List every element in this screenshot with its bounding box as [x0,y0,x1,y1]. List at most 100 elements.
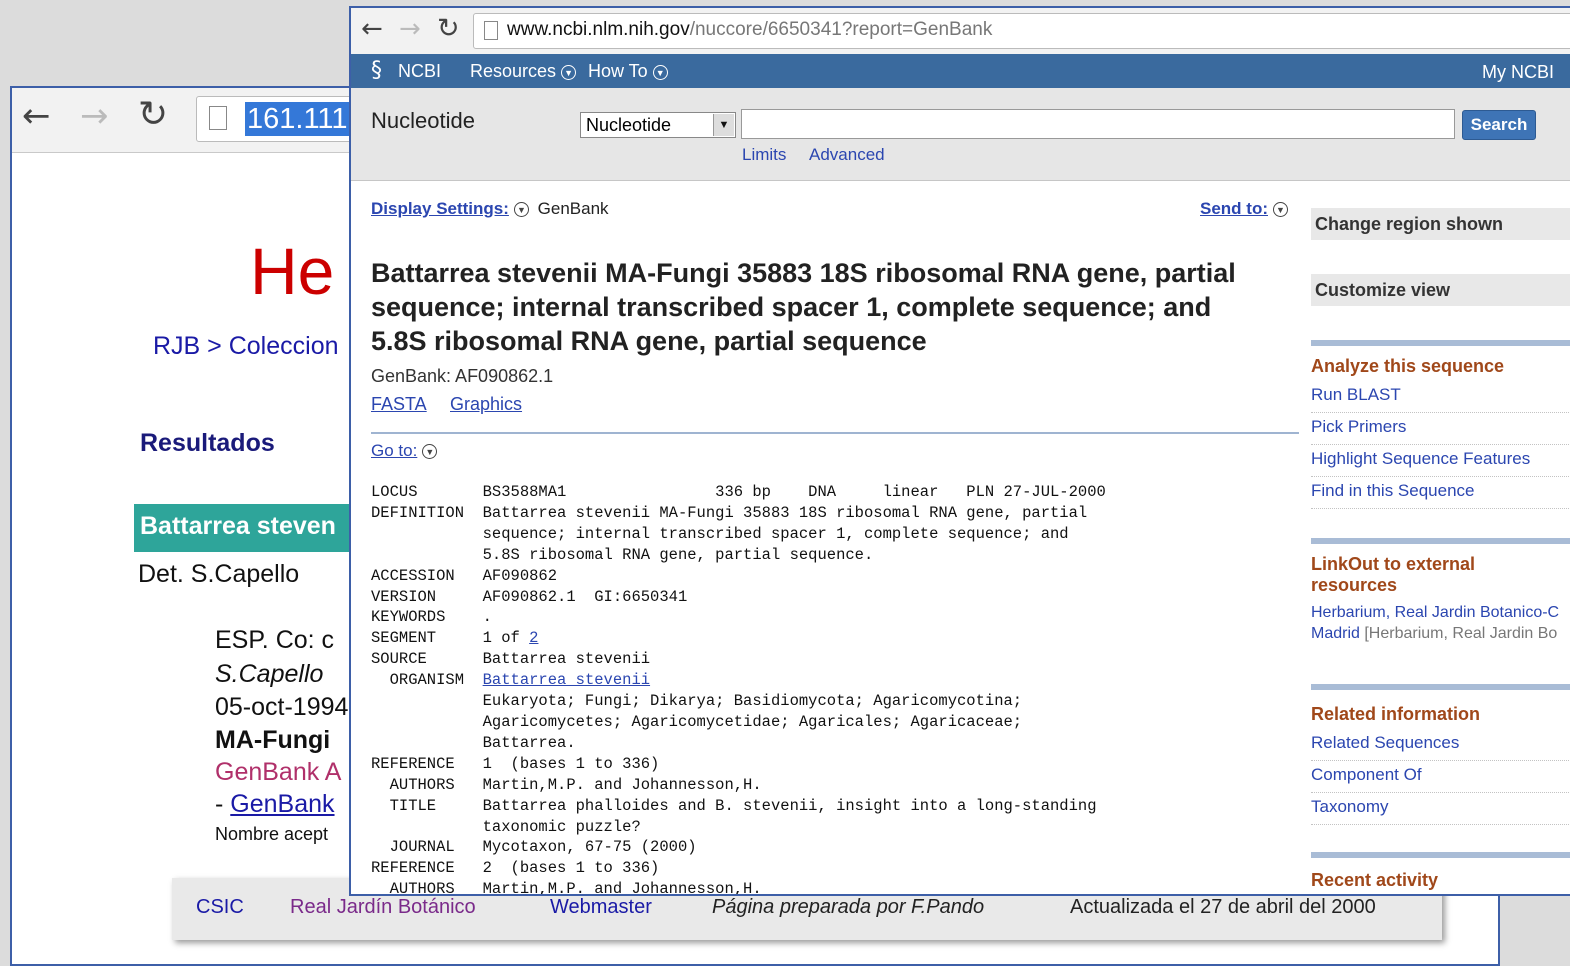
ncbi-logo-icon[interactable]: § [371,58,382,83]
record-title-line: sequence; internal transcribed spacer 1,… [371,292,1212,322]
organism-link[interactable]: Battarrea stevenii [483,671,650,689]
footer-webmaster-link[interactable]: Webmaster [550,896,652,919]
graphics-link[interactable]: Graphics [450,394,522,415]
run-blast-link[interactable]: Run BLAST [1311,384,1570,413]
determiner-line: Det. S.Capello [138,560,300,588]
database-select-value: Nucleotide [586,115,672,135]
ff-accession: ACCESSION AF090862 [371,566,558,585]
front-url-text: www.ncbi.nlm.nih.gov/nuccore/6650341?rep… [507,19,992,41]
limits-link[interactable]: Limits [742,145,786,165]
display-settings[interactable]: Display Settings: ▼ GenBank [371,199,609,219]
right-sidebar: Change region shown Customize view Analy… [1311,198,1570,894]
search-area: Nucleotide Nucleotide ▼ Search Limits Ad… [351,88,1570,181]
url-host: www.ncbi.nlm.nih.gov [507,19,690,40]
segment-link[interactable]: 2 [529,629,538,647]
display-format: GenBank [537,199,609,218]
back-page-title: He [250,234,335,308]
ff-taxonomy: Agaricomycetes; Agaricomycetidae; Agaric… [371,712,1023,731]
analyze-section [1311,340,1570,346]
highlight-features-link[interactable]: Highlight Sequence Features [1311,448,1570,477]
ff-version: VERSION AF090862.1 GI:6650341 [371,587,688,606]
howto-label: How To [588,61,648,81]
goto-link[interactable]: Go to: [371,441,417,460]
breadcrumb[interactable]: RJB > Coleccion [153,332,339,361]
send-to[interactable]: Send to: ▼ [1200,199,1288,219]
linkout-heading-cont: resources [1311,575,1398,595]
record-title-line: 5.8S ribosomal RNA gene, partial sequenc… [371,326,927,356]
record-title: Battarrea stevenii MA-Fungi 35883 18S ri… [371,256,1291,358]
chevron-down-icon: ▼ [561,65,577,80]
linkout-section [1311,538,1570,544]
ncbi-logo[interactable]: NCBI [398,61,441,82]
howto-menu[interactable]: How To ▼ [588,61,668,82]
ff-authors: AUTHORS Martin,M.P. and Johannesson,H. [371,880,762,896]
ff-title-cont: taxonomic puzzle? [371,817,641,836]
genbank-id: GenBank: AF090862.1 [371,366,554,386]
ff-keywords: KEYWORDS . [371,608,492,627]
ff-locus: LOCUS BS3588MA1 336 bp DNA linear PLN 27… [371,483,1106,501]
ff-reference: REFERENCE 2 (bases 1 to 336) [371,859,660,878]
advanced-link[interactable]: Advanced [809,145,885,165]
collector-line: S.Capello [215,660,324,688]
recent-section [1311,852,1570,858]
divider [371,432,1299,434]
component-of-link[interactable]: Component Of [1311,764,1570,793]
linkout-provider: [Herbarium, Real Jardin Bo [1364,625,1558,642]
back-arrow-icon[interactable]: ← [361,14,383,44]
recent-activity-heading: Recent activity [1311,870,1439,890]
chevron-down-icon: ▼ [513,202,529,217]
customize-view-toggle[interactable]: Customize view [1311,274,1570,306]
forward-arrow-icon[interactable]: → [80,96,109,136]
taxonomy-link[interactable]: Taxonomy [1311,796,1570,825]
linkout-link-cont[interactable]: Madrid [1311,625,1364,642]
ff-reference: REFERENCE 1 (bases 1 to 336) [371,754,660,773]
forward-arrow-icon[interactable]: → [399,14,421,44]
accepted-name-line: Nombre acept [215,824,329,844]
genbank-link[interactable]: GenBank [230,790,334,818]
footer-csic-link[interactable]: CSIC [196,896,244,919]
display-settings-link[interactable]: Display Settings: [371,199,509,218]
front-browser-toolbar: ← → ↻ www.ncbi.nlm.nih.gov/nuccore/66503… [351,8,1570,55]
related-sequences-link[interactable]: Related Sequences [1311,732,1570,761]
related-section [1311,684,1570,690]
ff-taxonomy: Eukaryota; Fungi; Dikarya; Basidiomycota… [371,692,1023,711]
footer-updated: Actualizada el 27 de abril del 2000 [1070,896,1376,918]
ff-source: SOURCE Battarrea stevenii [371,650,651,669]
date-line: 05-oct-1994 [215,693,349,721]
search-input[interactable] [741,109,1455,139]
goto-menu[interactable]: Go to: ▼ [371,441,438,461]
genbank-accession-line: GenBank A [215,758,342,786]
ff-authors: AUTHORS Martin,M.P. and Johannesson,H. [371,775,762,794]
linkout-line: Madrid [Herbarium, Real Jardin Bo [1311,625,1557,643]
linkout-link[interactable]: Herbarium, Real Jardin Botanico-C [1311,604,1559,622]
ff-definition-cont: sequence; internal transcribed spacer 1,… [371,524,1069,543]
ff-taxonomy: Battarrea. [371,733,576,752]
linkout-heading: LinkOut to external [1311,554,1476,574]
ff-segment: SEGMENT 1 of [371,629,530,648]
chevron-down-icon: ▼ [422,444,438,459]
record-title-line: Battarrea stevenii MA-Fungi 35883 18S ri… [371,258,1236,288]
my-ncbi-link[interactable]: My NCBI [1482,62,1554,83]
send-to-link[interactable]: Send to: [1200,199,1268,218]
ff-definition: DEFINITION Battarrea stevenii MA-Fungi 3… [371,503,1088,522]
pick-primers-link[interactable]: Pick Primers [1311,416,1570,445]
chevron-down-icon: ▼ [652,65,668,80]
ff-title: TITLE Battarrea phalloides and B. steven… [371,796,1097,815]
database-select[interactable]: Nucleotide ▼ [580,112,736,138]
reload-icon[interactable]: ↻ [138,94,168,135]
related-heading: Related information [1311,704,1481,724]
change-region-toggle[interactable]: Change region shown [1311,208,1570,240]
footer-rjb-link[interactable]: Real Jardín Botánico [290,896,476,919]
genbank-link-line: - GenBank [215,790,335,819]
resources-menu[interactable]: Resources ▼ [470,61,577,82]
dash-prefix: - [215,790,231,818]
results-heading: Resultados [140,429,275,457]
back-arrow-icon[interactable]: ← [22,96,51,136]
ff-journal: JOURNAL Mycotaxon, 67-75 (2000) [371,838,697,857]
fasta-link[interactable]: FASTA [371,394,427,415]
search-button[interactable]: Search [1462,110,1536,140]
reload-icon[interactable]: ↻ [437,13,460,44]
herbarium-line: MA-Fungi [215,726,331,754]
dropdown-arrow-icon: ▼ [713,114,734,136]
find-in-sequence-link[interactable]: Find in this Sequence [1311,480,1570,509]
